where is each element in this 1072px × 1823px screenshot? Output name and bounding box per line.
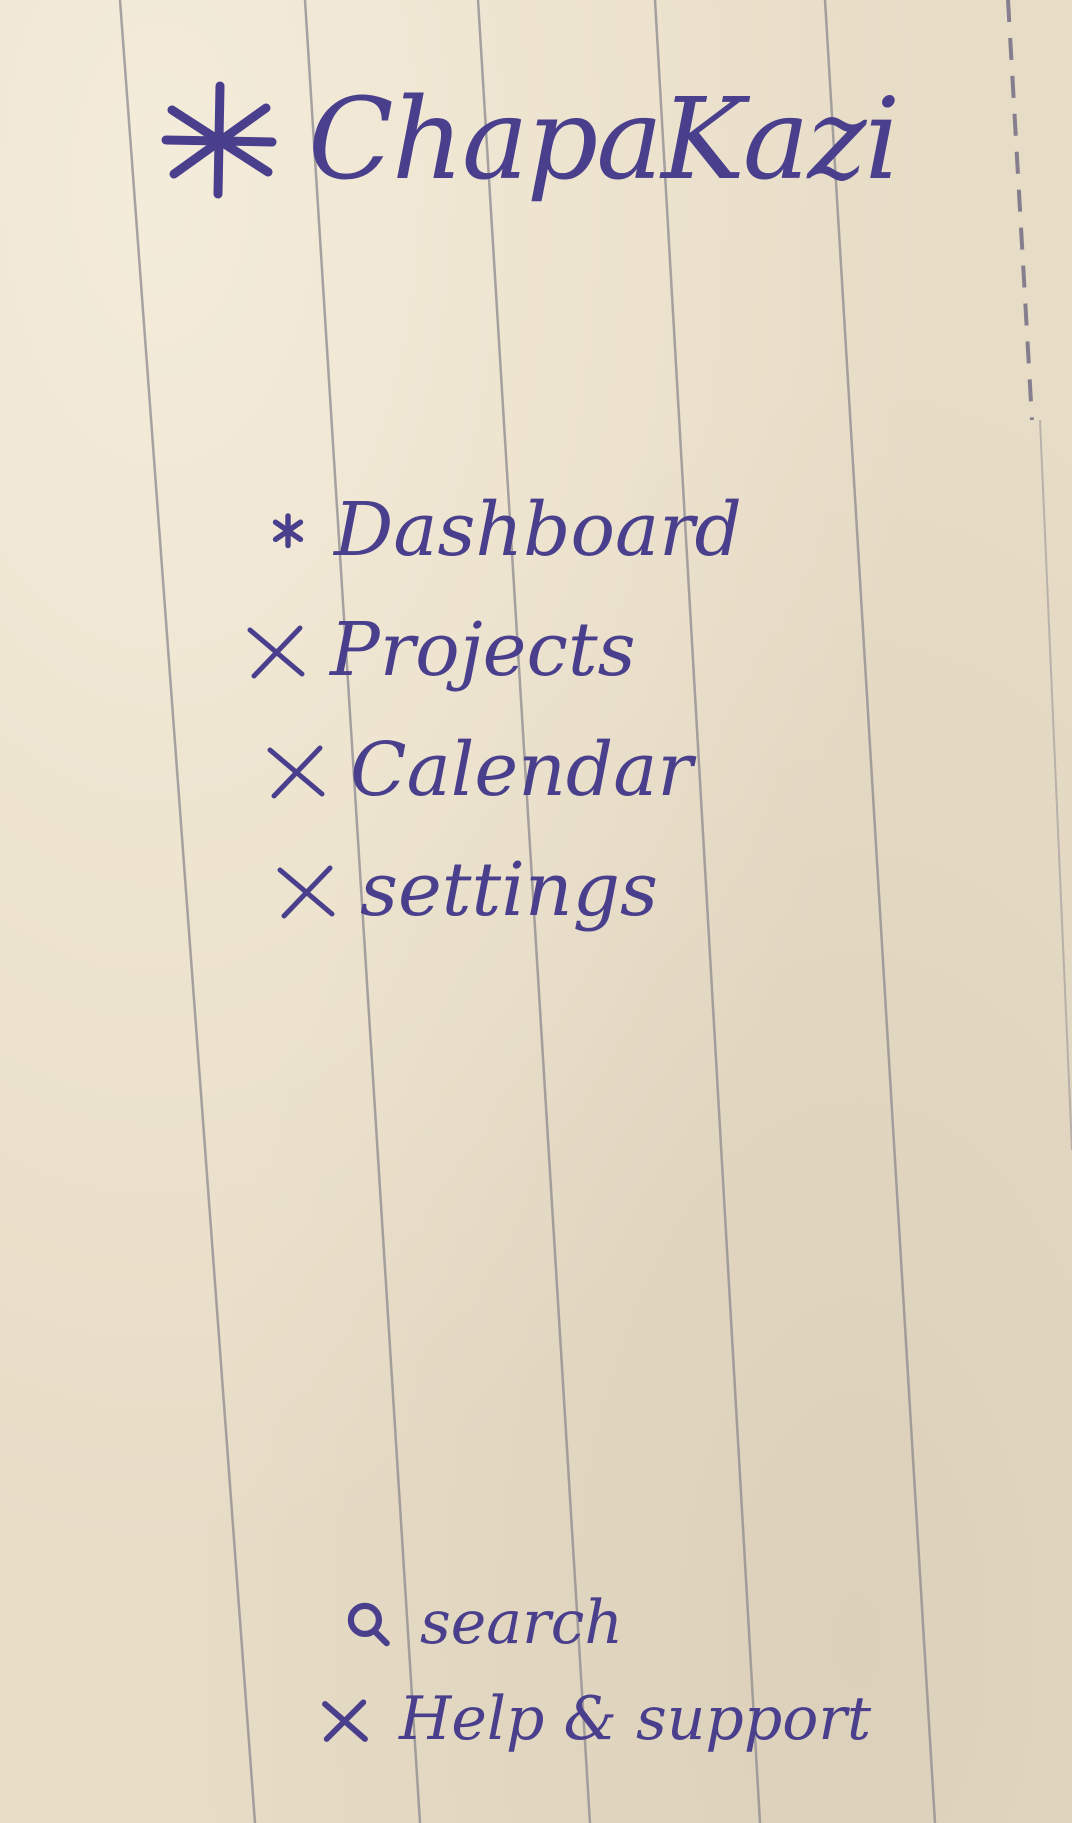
sidebar-item-calendar[interactable]: Calendar — [260, 710, 742, 830]
sidebar-item-label: Dashboard — [334, 487, 742, 573]
search-icon — [347, 1602, 390, 1647]
x-bullet-icon — [267, 745, 325, 799]
asterisk-bullet-icon — [272, 513, 304, 549]
x-bullet-icon — [277, 865, 335, 919]
sidebar-item-help-support[interactable]: Help & support — [315, 1671, 871, 1767]
sidebar-item-label: settings — [360, 847, 658, 933]
sidebar-item-label: Projects — [330, 607, 636, 693]
notebook-page: ChapaKazi Dashboard Projects Calendar se… — [0, 0, 1072, 1823]
sidebar-item-projects[interactable]: Projects — [240, 590, 742, 710]
sidebar-item-search[interactable]: search — [340, 1575, 871, 1671]
app-title: ChapaKazi — [308, 75, 900, 205]
sidebar-item-dashboard[interactable]: Dashboard — [260, 470, 742, 590]
sidebar-item-label: search — [420, 1588, 623, 1658]
x-bullet-icon — [322, 1699, 368, 1742]
sidebar-item-label: Help & support — [399, 1684, 872, 1754]
sidebar-item-label: Calendar — [350, 727, 693, 813]
app-brand[interactable]: ChapaKazi — [160, 75, 900, 205]
sidebar-nav: Dashboard Projects Calendar settings — [247, 470, 742, 950]
sidebar-footer: search Help & support — [320, 1575, 871, 1767]
x-bullet-icon — [247, 625, 305, 679]
sidebar-item-settings[interactable]: settings — [270, 830, 742, 950]
asterisk-icon — [161, 81, 277, 199]
